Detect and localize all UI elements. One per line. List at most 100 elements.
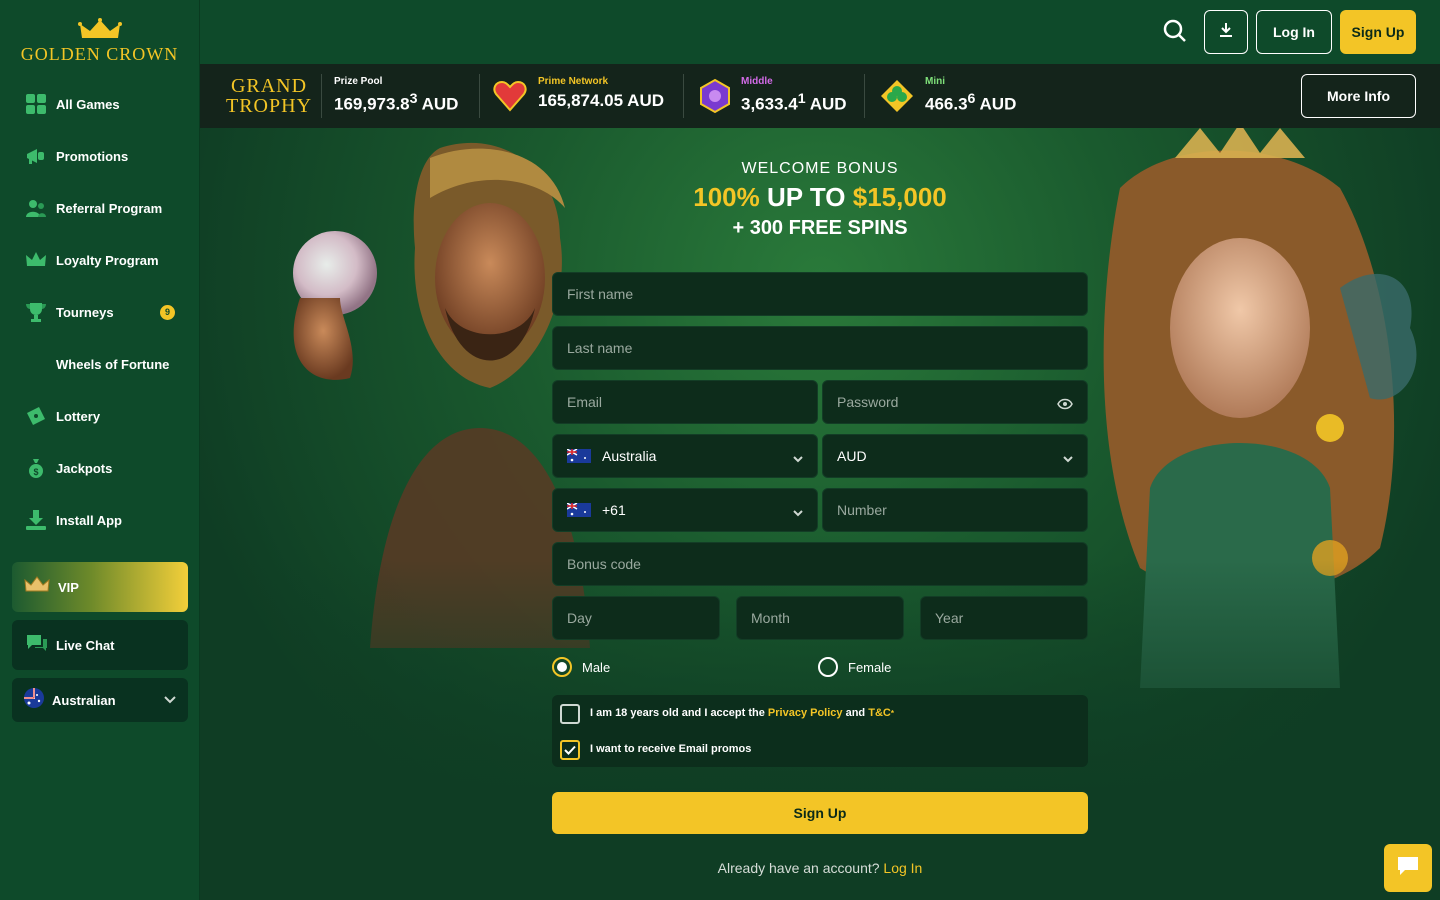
phone-code-select[interactable]: +61 bbox=[552, 488, 818, 532]
tourneys-count-badge: 9 bbox=[160, 304, 175, 320]
logo[interactable]: GOLDEN CROWN bbox=[0, 0, 199, 78]
terms-checkbox[interactable] bbox=[560, 704, 580, 724]
sidebar-item-lottery[interactable]: Lottery bbox=[0, 390, 199, 442]
bonus-code-field[interactable]: Bonus code bbox=[552, 542, 1088, 586]
wheel-icon bbox=[24, 352, 48, 376]
sidebar-item-tourneys[interactable]: Tourneys 9 bbox=[0, 286, 199, 338]
sidebar-item-wheels[interactable]: Wheels of Fortune bbox=[0, 338, 199, 390]
australia-flag-icon bbox=[567, 449, 591, 463]
download-app-button[interactable] bbox=[1204, 10, 1248, 54]
signup-submit-button[interactable]: Sign Up bbox=[552, 792, 1088, 834]
divider bbox=[321, 74, 322, 118]
grid-icon bbox=[24, 92, 48, 116]
vip-button[interactable]: VIP bbox=[12, 562, 188, 612]
prize-pool-currency: AUD bbox=[421, 94, 459, 114]
crown-icon bbox=[24, 248, 48, 272]
sidebar-item-loyalty[interactable]: Loyalty Program bbox=[0, 234, 199, 286]
language-selector[interactable]: Australian bbox=[12, 678, 188, 722]
logo-text: GOLDEN CROWN bbox=[20, 43, 179, 64]
login-button[interactable]: Log In bbox=[1256, 10, 1332, 54]
sidebar-item-referral[interactable]: Referral Program bbox=[0, 182, 199, 234]
tc-link[interactable]: T&C bbox=[868, 707, 891, 719]
country-value: Australia bbox=[602, 448, 657, 464]
chat-bubble-icon bbox=[1396, 855, 1420, 882]
login-link[interactable]: Log In bbox=[883, 860, 922, 876]
welcome-amount: $15,000 bbox=[852, 182, 947, 212]
password-field[interactable]: Password bbox=[822, 380, 1088, 424]
grand-trophy-logo: GRAND TROPHY bbox=[226, 76, 312, 116]
chevron-down-icon bbox=[793, 504, 803, 520]
prime-network-label: Prime Network bbox=[538, 76, 609, 87]
sidebar-item-all-games[interactable]: All Games bbox=[0, 78, 199, 130]
country-select[interactable]: Australia bbox=[552, 434, 818, 478]
sidebar: GOLDEN CROWN All Games Promotions Referr… bbox=[0, 0, 200, 900]
privacy-policy-link[interactable]: Privacy Policy bbox=[768, 707, 843, 719]
download-icon bbox=[24, 508, 48, 532]
welcome-free-spins: + 300 FREE SPINS bbox=[732, 217, 908, 239]
last-name-field[interactable]: Last name bbox=[552, 326, 1088, 370]
phone-code-value: +61 bbox=[602, 502, 626, 518]
gender-female-label: Female bbox=[848, 659, 892, 675]
green-clover-icon bbox=[879, 78, 915, 114]
top-header: Log In Sign Up bbox=[200, 0, 1440, 64]
sidebar-nav: All Games Promotions Referral Program Lo… bbox=[0, 78, 199, 546]
first-name-field[interactable]: First name bbox=[552, 272, 1088, 316]
welcome-bonus: WELCOME BONUS 100% UP TO $15,000 + 300 F… bbox=[552, 160, 1088, 240]
search-icon[interactable] bbox=[1162, 18, 1188, 44]
vip-label: VIP bbox=[58, 579, 79, 595]
more-info-button[interactable]: More Info bbox=[1301, 74, 1416, 118]
sidebar-item-install-app[interactable]: Install App bbox=[0, 494, 199, 546]
mini-sup: 6 bbox=[967, 91, 976, 107]
sidebar-item-label: Install App bbox=[56, 512, 122, 528]
sidebar-item-label: Jackpots bbox=[56, 460, 113, 476]
sidebar-item-label: Loyalty Program bbox=[56, 252, 159, 268]
megaphone-icon bbox=[24, 144, 48, 168]
mini-value: 466.36 AUD bbox=[925, 91, 1016, 115]
mini-jackpot: Mini 466.36 AUD bbox=[925, 76, 1016, 115]
welcome-percent: 100% bbox=[693, 182, 760, 212]
hero-banner bbox=[200, 128, 1440, 900]
grand-trophy-line1: GRAND bbox=[230, 75, 308, 97]
australia-flag-icon bbox=[567, 503, 591, 517]
live-chat-label: Live Chat bbox=[56, 637, 115, 653]
prime-network-value: 165,874.05 AUD bbox=[538, 91, 665, 110]
prize-pool-sup: 3 bbox=[409, 91, 418, 107]
year-select[interactable]: Year bbox=[920, 596, 1088, 640]
eye-icon[interactable] bbox=[1057, 397, 1073, 413]
money-bag-icon: $ bbox=[24, 456, 48, 480]
middle-label: Middle bbox=[741, 76, 773, 87]
email-field[interactable]: Email bbox=[552, 380, 818, 424]
radio-unselected-icon bbox=[818, 657, 838, 677]
jackpot-bar: GRAND TROPHY Prize Pool 169,973.83 AUD P… bbox=[200, 64, 1440, 128]
terms-text: I am 18 years old and I accept the Priva… bbox=[590, 707, 894, 719]
sidebar-item-label: Tourneys bbox=[56, 304, 114, 320]
middle-main: 3,633.4 bbox=[741, 94, 798, 114]
middle-sup: 1 bbox=[797, 91, 806, 107]
sidebar-item-jackpots[interactable]: $ Jackpots bbox=[0, 442, 199, 494]
email-promos-checkbox[interactable] bbox=[560, 740, 580, 760]
sidebar-item-label: Promotions bbox=[56, 148, 129, 164]
chevron-down-icon bbox=[164, 691, 176, 709]
radio-selected-icon bbox=[552, 657, 572, 677]
month-select[interactable]: Month bbox=[736, 596, 904, 640]
terms-prefix: I am 18 years old and I accept the bbox=[590, 707, 765, 719]
middle-jackpot: Middle 3,633.41 AUD bbox=[741, 76, 847, 115]
trophy-icon bbox=[24, 300, 48, 324]
gender-female-radio[interactable]: Female bbox=[818, 657, 891, 677]
prime-network: Prime Network 165,874.05 AUD bbox=[538, 76, 664, 111]
consent-box: I am 18 years old and I accept the Priva… bbox=[552, 695, 1088, 767]
mini-currency: AUD bbox=[979, 94, 1017, 114]
live-chat-button[interactable]: Live Chat bbox=[12, 620, 188, 670]
chat-fab-button[interactable] bbox=[1384, 844, 1432, 892]
chevron-down-icon bbox=[1063, 450, 1073, 466]
signup-button[interactable]: Sign Up bbox=[1340, 10, 1416, 54]
day-select[interactable]: Day bbox=[552, 596, 720, 640]
divider bbox=[683, 74, 684, 118]
gender-male-radio[interactable]: Male bbox=[552, 657, 610, 677]
vip-crown-icon bbox=[24, 575, 50, 599]
currency-select[interactable]: AUD bbox=[822, 434, 1088, 478]
sidebar-item-promotions[interactable]: Promotions bbox=[0, 130, 199, 182]
users-icon bbox=[24, 196, 48, 220]
already-text: Already have an account? bbox=[717, 860, 880, 876]
phone-number-field[interactable]: Number bbox=[822, 488, 1088, 532]
